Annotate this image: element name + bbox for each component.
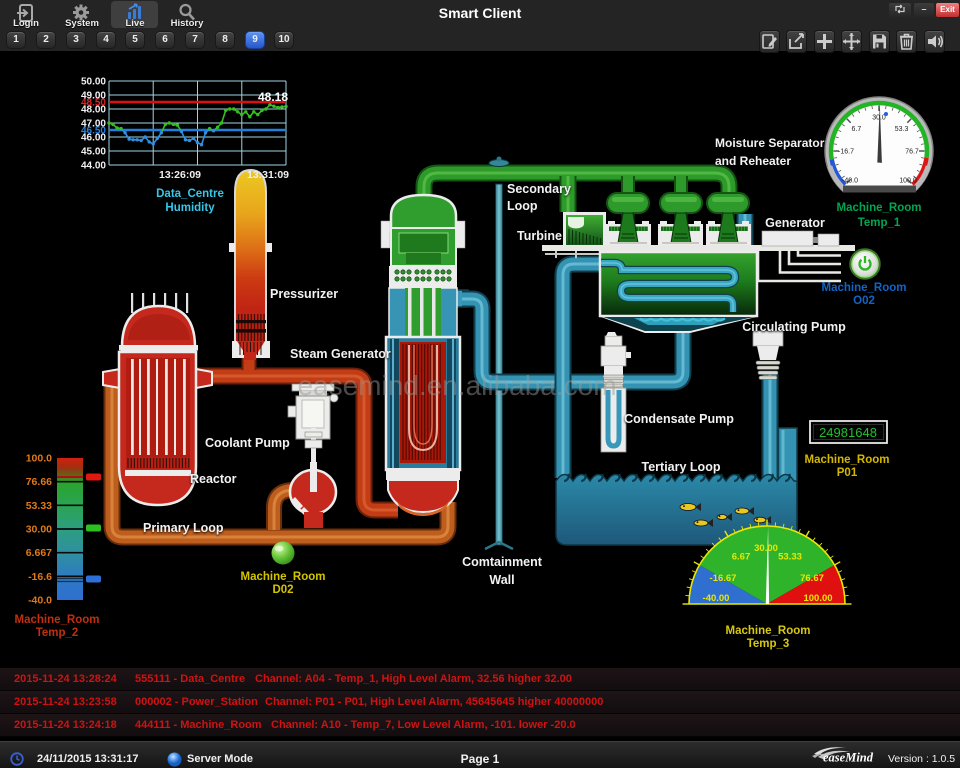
svg-text:24981648: 24981648 bbox=[819, 425, 877, 440]
svg-text:Loop: Loop bbox=[507, 199, 538, 213]
svg-text:76.66: 76.66 bbox=[26, 476, 52, 488]
svg-text:13:31:09: 13:31:09 bbox=[247, 169, 289, 181]
svg-text:48.18: 48.18 bbox=[258, 90, 288, 104]
svg-text:6.7: 6.7 bbox=[852, 126, 862, 133]
svg-text:Machine_Room: Machine_Room bbox=[837, 202, 922, 214]
svg-text:46.50: 46.50 bbox=[81, 126, 106, 137]
svg-text:53.33: 53.33 bbox=[778, 552, 802, 563]
svg-text:Reactor: Reactor bbox=[190, 472, 237, 486]
svg-text:Primary Loop: Primary Loop bbox=[143, 521, 224, 535]
svg-text:Turbine: Turbine bbox=[517, 229, 562, 243]
svg-text:13:26:09: 13:26:09 bbox=[159, 169, 201, 181]
svg-text:76.7: 76.7 bbox=[905, 149, 919, 156]
svg-text:-16.67: -16.67 bbox=[710, 573, 737, 584]
svg-text:D02: D02 bbox=[272, 584, 293, 596]
svg-text:53.3: 53.3 bbox=[895, 126, 909, 133]
svg-text:Machine_Room: Machine_Room bbox=[822, 282, 907, 294]
svg-text:Pressurizer: Pressurizer bbox=[270, 287, 338, 301]
svg-text:Temp_2: Temp_2 bbox=[36, 627, 79, 639]
svg-text:30.00: 30.00 bbox=[26, 524, 52, 536]
svg-text:Tertiary Loop: Tertiary Loop bbox=[642, 460, 721, 474]
svg-text:-40.00: -40.00 bbox=[703, 593, 730, 604]
svg-text:Condensate Pump: Condensate Pump bbox=[624, 412, 734, 426]
svg-text:100.00: 100.00 bbox=[803, 593, 832, 604]
svg-text:45.00: 45.00 bbox=[81, 147, 106, 158]
svg-text:Steam Generator: Steam Generator bbox=[290, 347, 391, 361]
svg-text:50.00: 50.00 bbox=[81, 77, 106, 88]
svg-text:Machine_Room: Machine_Room bbox=[241, 571, 326, 583]
svg-text:100.0: 100.0 bbox=[899, 178, 917, 185]
svg-text:6.667: 6.667 bbox=[26, 547, 52, 559]
svg-text:-16.6: -16.6 bbox=[28, 571, 52, 583]
svg-text:6.67: 6.67 bbox=[732, 552, 751, 563]
svg-text:and Reheater: and Reheater bbox=[715, 154, 791, 168]
svg-text:O02: O02 bbox=[853, 295, 875, 307]
svg-text:44.00: 44.00 bbox=[81, 161, 106, 172]
svg-text:Machine_Room: Machine_Room bbox=[726, 625, 811, 637]
svg-text:easemind.en.alibaba.com: easemind.en.alibaba.com bbox=[297, 370, 616, 401]
svg-text:Temp_1: Temp_1 bbox=[858, 217, 901, 229]
svg-text:Temp_3: Temp_3 bbox=[747, 638, 790, 650]
svg-text:Circulating Pump: Circulating Pump bbox=[742, 320, 846, 334]
svg-text:easeMind: easeMind bbox=[823, 751, 874, 765]
svg-text:Coolant Pump: Coolant Pump bbox=[205, 436, 290, 450]
svg-text:48.50: 48.50 bbox=[81, 98, 106, 109]
svg-text:Wall: Wall bbox=[489, 573, 514, 587]
svg-text:-40.0: -40.0 bbox=[842, 178, 858, 185]
svg-text:Generator: Generator bbox=[765, 216, 825, 230]
svg-text:Moisture Separator: Moisture Separator bbox=[715, 136, 825, 150]
svg-text:-16.7: -16.7 bbox=[838, 149, 854, 156]
svg-text:Machine_Room: Machine_Room bbox=[15, 614, 100, 626]
svg-text:76.67: 76.67 bbox=[800, 573, 824, 584]
svg-text:Machine_Room: Machine_Room bbox=[805, 454, 890, 466]
svg-text:P01: P01 bbox=[837, 467, 858, 479]
svg-text:Secondary: Secondary bbox=[507, 182, 571, 196]
svg-text:Humidity: Humidity bbox=[165, 202, 215, 214]
svg-text:Comtainment: Comtainment bbox=[462, 555, 543, 569]
svg-text:30.0: 30.0 bbox=[872, 115, 886, 122]
svg-text:53.33: 53.33 bbox=[26, 500, 52, 512]
svg-text:-40.0: -40.0 bbox=[28, 595, 52, 607]
svg-text:30.00: 30.00 bbox=[754, 543, 778, 554]
svg-text:100.0: 100.0 bbox=[26, 453, 52, 465]
svg-text:Data_Centre: Data_Centre bbox=[156, 188, 224, 200]
